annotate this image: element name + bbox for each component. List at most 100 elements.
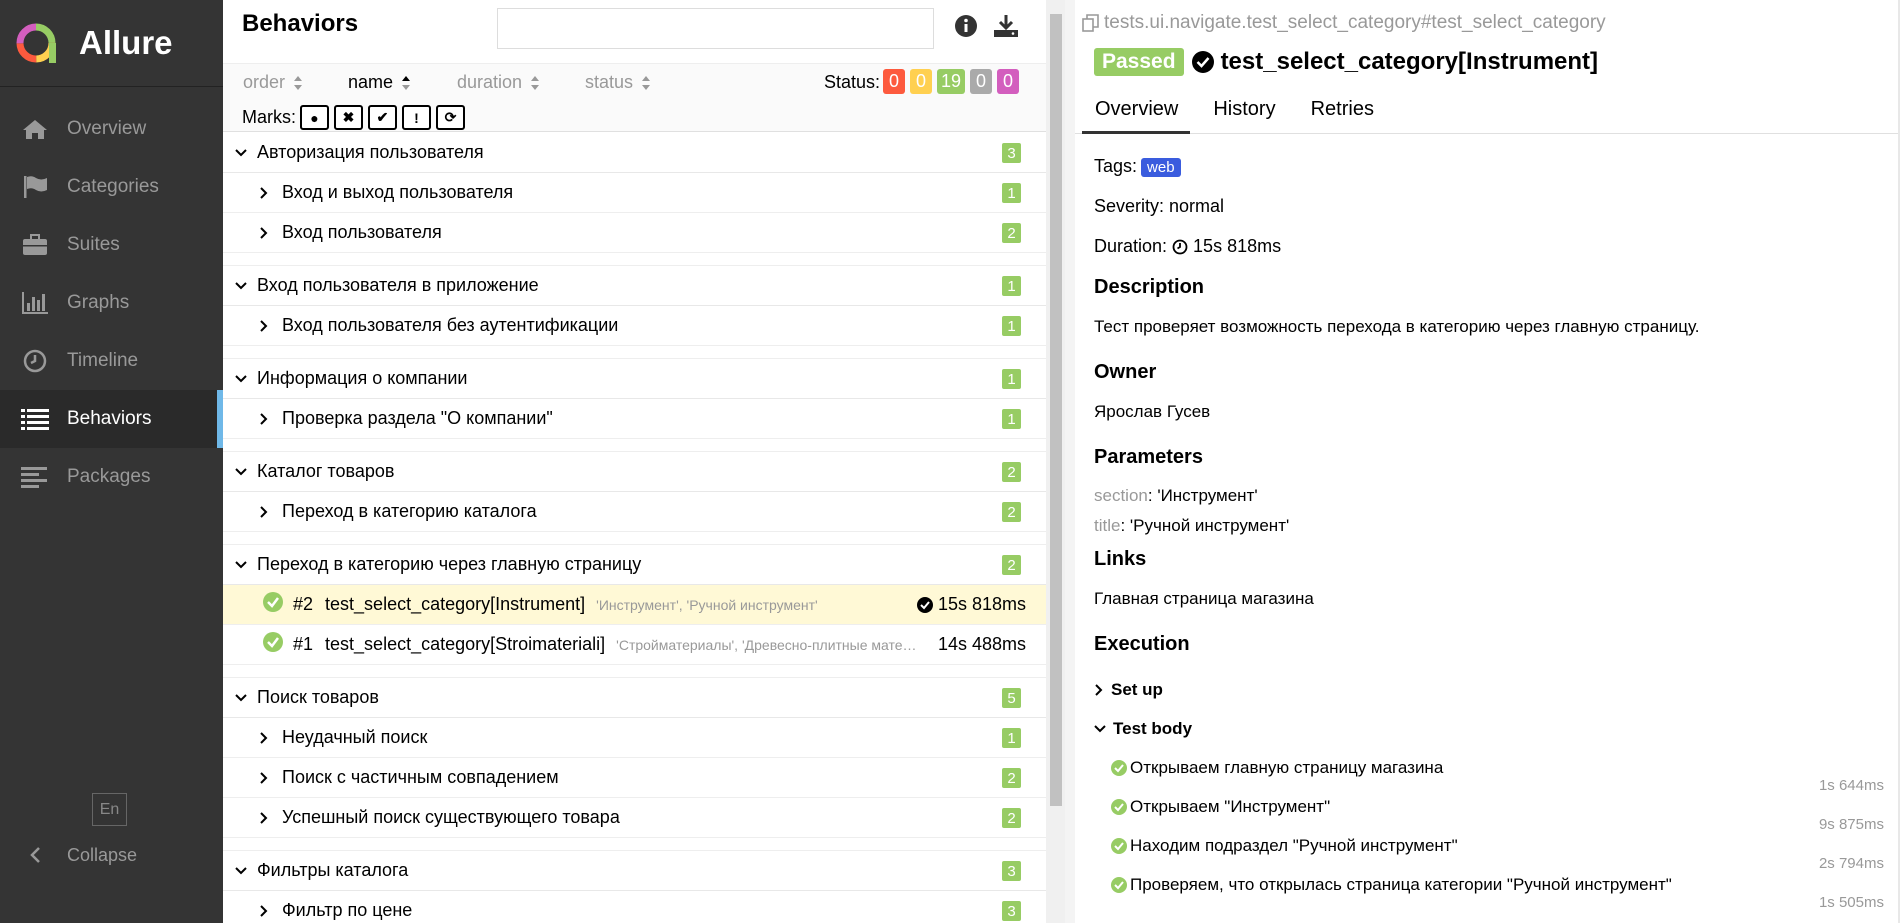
status-broken-badge[interactable]: 0 [910, 69, 932, 94]
flag-icon [20, 174, 50, 200]
param-key: section [1094, 486, 1148, 505]
language-button[interactable]: En [92, 793, 127, 826]
tree-group[interactable]: Каталог товаров 2 [223, 452, 1046, 492]
step-row[interactable]: Находим подраздел "Ручной инструмент" 2s… [1094, 826, 1884, 872]
tab-overview[interactable]: Overview [1082, 90, 1191, 134]
status-unknown-badge[interactable]: 0 [997, 69, 1020, 94]
tab-retries[interactable]: Retries [1298, 90, 1386, 134]
tree-group[interactable]: Переход в категорию через главную страни… [223, 545, 1046, 585]
chevron-down-icon [235, 560, 249, 569]
sort-order[interactable]: order [243, 72, 303, 93]
mark-new-broken-button[interactable]: ! [402, 105, 431, 130]
sidebar-item-overview[interactable]: Overview [0, 100, 223, 158]
pane-resize-handle[interactable] [1065, 0, 1075, 923]
setup-section[interactable]: Set up [1094, 670, 1884, 709]
collapse-button[interactable]: Collapse [20, 840, 137, 870]
test-path-text: tests.ui.navigate.test_select_category#t… [1104, 12, 1606, 33]
tree-subgroup[interactable]: Неудачный поиск 1 [223, 718, 1046, 758]
status-passed-badge[interactable]: 19 [937, 69, 966, 94]
test-row[interactable]: #1 test_select_category[Stroimateriali] … [223, 625, 1046, 665]
group-name: Информация о компании [257, 368, 468, 388]
tree-group[interactable]: Вход пользователя в приложение 1 [223, 266, 1046, 306]
chevron-right-icon [260, 731, 274, 744]
group-spacer [223, 532, 1046, 545]
sidebar-item-graphs[interactable]: Graphs [0, 274, 223, 332]
sort-status[interactable]: status [585, 72, 651, 93]
bar-chart-icon [20, 290, 50, 316]
group-name: Авторизация пользователя [257, 142, 484, 162]
status-skipped-badge[interactable]: 0 [970, 69, 993, 94]
count-badge: 1 [1002, 316, 1021, 336]
test-details-panel: tests.ui.navigate.test_select_category#t… [1075, 0, 1900, 923]
tab-history[interactable]: History [1200, 90, 1287, 134]
status-filter: 0 0 19 0 0 [883, 69, 1024, 94]
sort-name[interactable]: name [348, 72, 411, 93]
tree-subgroup[interactable]: Успешный поиск существующего товара 2 [223, 798, 1046, 838]
mark-retries-status-change-button[interactable]: ⟳ [436, 105, 465, 130]
owner-text: Ярослав Гусев [1094, 402, 1211, 421]
sidebar-item-behaviors[interactable]: Behaviors [0, 390, 223, 448]
info-icon[interactable] [954, 14, 978, 43]
clock-icon [1172, 239, 1188, 255]
tags-row: Tags: web [1094, 156, 1884, 196]
brand[interactable]: Allure [0, 0, 223, 87]
count-badge: 3 [1002, 143, 1021, 163]
tree-subgroup[interactable]: Переход в категорию каталога 2 [223, 492, 1046, 532]
subgroup-name: Вход и выход пользователя [282, 182, 514, 202]
count-badge: 2 [1002, 555, 1021, 575]
group-spacer [223, 665, 1046, 678]
tree-subgroup[interactable]: Вход пользователя 2 [223, 213, 1046, 253]
group-name: Вход пользователя в приложение [257, 275, 539, 295]
mark-flaky-button[interactable]: ● [300, 105, 329, 130]
tree-group[interactable]: Фильтры каталога 3 [223, 851, 1046, 891]
mark-new-failed-button[interactable]: ✖ [334, 105, 363, 130]
status-failed-badge[interactable]: 0 [883, 69, 905, 94]
list-icon [20, 406, 50, 432]
sidebar-nav: Overview Categories Suites Graphs Timeli… [0, 100, 223, 506]
test-row-selected[interactable]: #2 test_select_category[Instrument] 'Инс… [223, 585, 1046, 625]
chevron-right-icon [260, 186, 274, 199]
scrollbar-thumb[interactable] [1050, 14, 1062, 806]
sidebar-item-suites[interactable]: Suites [0, 216, 223, 274]
sidebar-item-packages[interactable]: Packages [0, 448, 223, 506]
overview-content: Tags: web Severity: normal Duration: 15s … [1094, 156, 1884, 911]
sidebar: Allure Overview Categories Suites Graphs… [0, 0, 223, 923]
tree-subgroup[interactable]: Поиск с частичным совпадением 2 [223, 758, 1046, 798]
search-input[interactable] [497, 8, 934, 49]
tree-subgroup[interactable]: Вход и выход пользователя 1 [223, 173, 1046, 213]
step-row[interactable]: Открываем главную страницу магазина 1s 6… [1094, 748, 1884, 794]
step-row[interactable]: Открываем "Инструмент" 9s 875ms [1094, 787, 1884, 833]
passed-status-icon [263, 632, 283, 657]
chevron-down-icon [235, 467, 249, 476]
group-spacer [223, 253, 1046, 266]
test-name: test_select_category[Instrument] [325, 594, 586, 614]
sidebar-item-categories[interactable]: Categories [0, 158, 223, 216]
sidebar-item-timeline[interactable]: Timeline [0, 332, 223, 390]
subgroup-name: Поиск с частичным совпадением [282, 767, 559, 787]
tree-group[interactable]: Поиск товаров 5 [223, 678, 1046, 718]
tree-group[interactable]: Информация о компании 1 [223, 359, 1046, 399]
passed-status-icon [1111, 876, 1127, 893]
test-duration: 14s 488ms [938, 634, 1026, 655]
align-left-icon [20, 464, 50, 490]
mark-new-passed-button[interactable]: ✔ [368, 105, 397, 130]
test-body-section[interactable]: Test body [1094, 709, 1884, 748]
download-icon[interactable] [993, 14, 1019, 43]
link-text[interactable]: Главная страница магазина [1094, 589, 1884, 633]
copy-icon[interactable] [1082, 14, 1100, 32]
exclamation-icon: ! [414, 109, 419, 126]
parameter-row: section: 'Инструмент' [1094, 486, 1884, 516]
sort-duration[interactable]: duration [457, 72, 540, 93]
tag-badge[interactable]: web [1141, 158, 1181, 177]
tree-subgroup[interactable]: Фильтр по цене 3 [223, 891, 1046, 923]
marks-label: Marks: [242, 107, 296, 127]
group-spacer [223, 838, 1046, 851]
home-icon [20, 116, 50, 142]
tree-subgroup[interactable]: Вход пользователя без аутентификации 1 [223, 306, 1046, 346]
tree-group[interactable]: Авторизация пользователя 3 [223, 133, 1046, 173]
tree-scrollbar[interactable] [1046, 0, 1065, 923]
tree-subgroup[interactable]: Проверка раздела "О компании" 1 [223, 399, 1046, 439]
step-row[interactable]: Проверяем, что открылась страница катего… [1094, 865, 1884, 911]
count-badge: 2 [1002, 502, 1021, 522]
tree-header: Behaviors [223, 0, 1046, 64]
